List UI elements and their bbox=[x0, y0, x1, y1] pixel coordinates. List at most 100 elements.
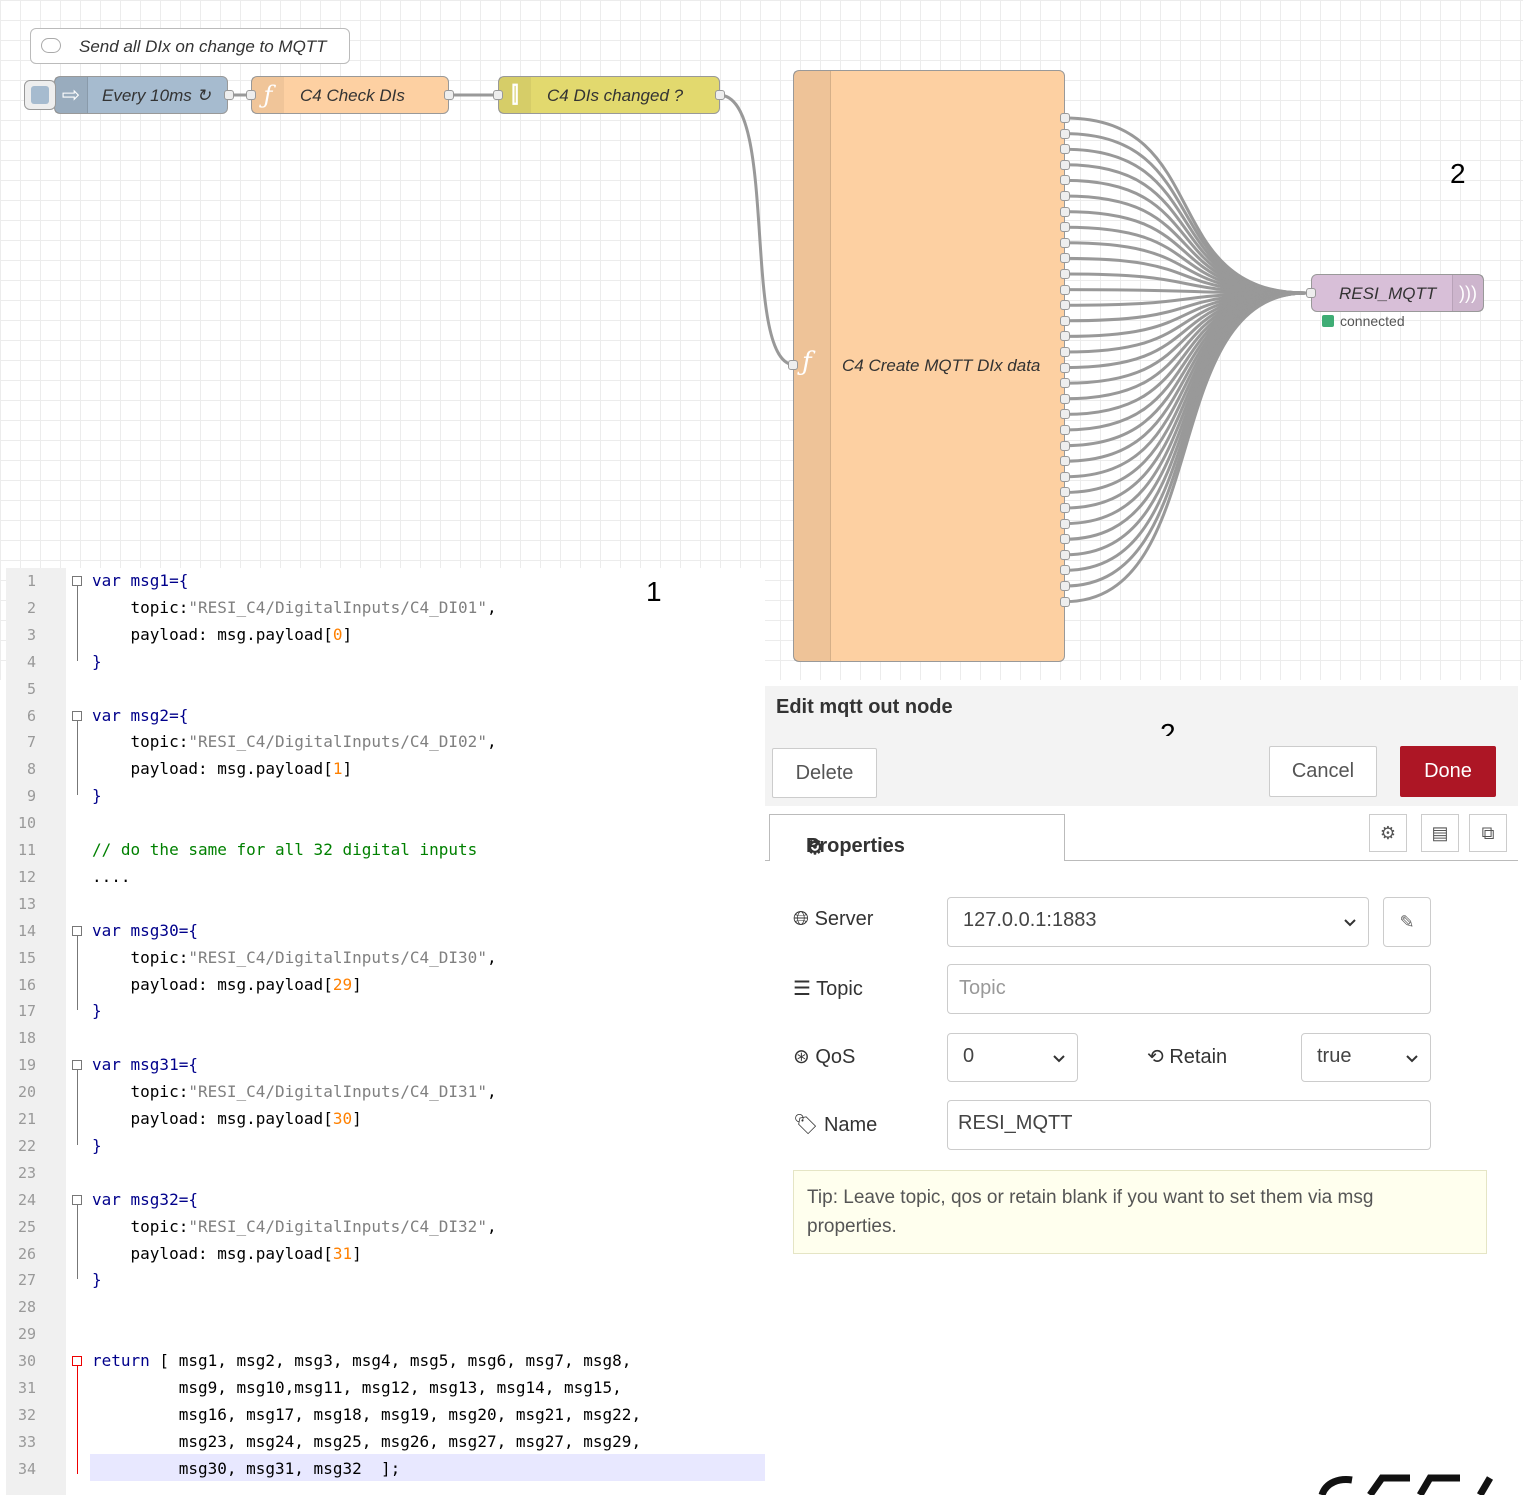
code-token: } bbox=[92, 786, 102, 806]
code-token: payload: msg.payload[ bbox=[92, 1109, 333, 1128]
create-output-port[interactable] bbox=[1060, 409, 1070, 420]
create-output-port[interactable] bbox=[1060, 128, 1070, 139]
line-number: 9 bbox=[26, 787, 36, 806]
fold-toggle-icon[interactable] bbox=[72, 1194, 82, 1205]
code-token: topic: bbox=[92, 732, 189, 752]
create-output-port[interactable] bbox=[1060, 222, 1070, 233]
node-appearance-icon[interactable]: ⧉ bbox=[1469, 814, 1507, 852]
inject-icon: ⇨ bbox=[55, 77, 88, 113]
retain-label: ⟲ Retain bbox=[1147, 1046, 1228, 1068]
fold-line bbox=[77, 1070, 78, 1145]
create-output-port[interactable] bbox=[1060, 253, 1070, 264]
inject-output-port[interactable] bbox=[224, 90, 234, 100]
code-token: var msg1={ bbox=[92, 571, 189, 590]
check-output-port[interactable] bbox=[444, 90, 454, 100]
create-output-port[interactable] bbox=[1060, 362, 1070, 373]
create-output-port[interactable] bbox=[1060, 347, 1070, 357]
create-output-port[interactable] bbox=[1060, 315, 1070, 326]
create-output-port[interactable] bbox=[1060, 206, 1070, 217]
tab-properties-label: Properties bbox=[806, 835, 905, 857]
code-line: topic:"RESI_C4/DigitalInputs/C4_DI01", bbox=[92, 598, 497, 617]
done-button[interactable]: Done bbox=[1400, 746, 1496, 797]
fold-line bbox=[77, 720, 78, 796]
create-output-port[interactable] bbox=[1060, 487, 1070, 498]
create-output-port[interactable] bbox=[1060, 378, 1070, 389]
create-output-port[interactable] bbox=[1060, 596, 1070, 607]
check-dis-function-node[interactable]: ƒ C4 Check DIs bbox=[251, 76, 449, 114]
create-output-port[interactable] bbox=[1060, 113, 1070, 123]
create-output-port[interactable] bbox=[1060, 503, 1070, 513]
code-token: .... bbox=[92, 866, 131, 886]
create-output-port[interactable] bbox=[1060, 300, 1070, 311]
chevron-down-icon bbox=[1406, 1055, 1418, 1063]
code-line: .... bbox=[92, 867, 131, 886]
node-settings-gear-icon[interactable]: ⚙ bbox=[1369, 814, 1407, 852]
name-input[interactable]: RESI_MQTT bbox=[947, 1100, 1431, 1150]
create-output-port[interactable] bbox=[1060, 565, 1070, 576]
retain-select[interactable]: true bbox=[1301, 1033, 1431, 1082]
fold-toggle-icon[interactable] bbox=[72, 576, 82, 586]
create-output-port[interactable] bbox=[1060, 269, 1070, 279]
create-output-port[interactable] bbox=[1060, 549, 1070, 560]
qos-select[interactable]: 0 bbox=[947, 1033, 1078, 1082]
create-output-port[interactable] bbox=[1060, 175, 1070, 186]
comment-icon bbox=[41, 38, 61, 53]
code-token: , bbox=[486, 732, 497, 752]
history-icon: ⟲ bbox=[1147, 1046, 1164, 1068]
code-token: var msg31={ bbox=[92, 1055, 198, 1075]
create-output-port[interactable] bbox=[1060, 456, 1070, 467]
node-description-icon[interactable]: ▤ bbox=[1421, 814, 1459, 852]
create-output-port[interactable] bbox=[1060, 284, 1070, 295]
create-output-port[interactable] bbox=[1060, 393, 1070, 404]
code-editor[interactable]: 1 2 3 4 5 6 7 8 9 10 11 12 13 14 15 16 17 18 19 20 21 22 23 24 2… bbox=[6, 568, 765, 1495]
fold-line bbox=[77, 935, 78, 1011]
line-number: 30 bbox=[17, 1352, 36, 1371]
create-output-port[interactable] bbox=[1060, 440, 1070, 451]
cancel-button[interactable]: Cancel bbox=[1269, 746, 1377, 797]
create-output-port[interactable] bbox=[1060, 581, 1070, 591]
create-output-port[interactable] bbox=[1060, 144, 1070, 155]
create-output-port[interactable] bbox=[1060, 518, 1070, 529]
topic-input[interactable]: Topic bbox=[947, 964, 1431, 1014]
code-line: var msg32={ bbox=[92, 1190, 198, 1209]
code-token: topic: bbox=[92, 1216, 189, 1236]
delete-button[interactable]: Delete bbox=[772, 748, 877, 798]
server-select[interactable]: 127.0.0.1:1883 bbox=[947, 897, 1369, 947]
check-input-port[interactable] bbox=[246, 90, 256, 100]
annotation-number: 2 bbox=[1450, 158, 1466, 189]
create-output-port[interactable] bbox=[1060, 237, 1070, 248]
edit-server-pencil-icon[interactable]: ✎ bbox=[1383, 897, 1431, 947]
inject-button[interactable] bbox=[24, 80, 56, 110]
code-line: msg9, msg10,msg11, msg12, msg13, msg14, … bbox=[92, 1378, 622, 1397]
line-number: 24 bbox=[17, 1190, 36, 1209]
switch-output-port[interactable] bbox=[715, 90, 725, 100]
switch-input-port[interactable] bbox=[493, 90, 503, 100]
create-output-port[interactable] bbox=[1060, 471, 1070, 482]
line-number: 28 bbox=[17, 1298, 36, 1317]
create-output-port[interactable] bbox=[1060, 425, 1070, 435]
comment-node[interactable]: Send all DIx on change to MQTT bbox=[30, 28, 350, 64]
create-mqtt-function-node[interactable]: ƒ C4 Create MQTT DIx data bbox=[793, 70, 1065, 662]
code-token: msg16, msg17, msg18, msg19, msg20, msg21… bbox=[92, 1404, 642, 1424]
code-token: "RESI_C4/DigitalInputs/C4_DI01" bbox=[188, 597, 487, 617]
create-input-port[interactable] bbox=[788, 360, 798, 370]
line-number: 19 bbox=[17, 1056, 36, 1075]
create-output-port[interactable] bbox=[1060, 331, 1070, 342]
fold-line bbox=[77, 586, 78, 661]
fold-toggle-icon[interactable] bbox=[72, 1356, 82, 1367]
create-output-port[interactable] bbox=[1060, 191, 1070, 201]
code-token: ] bbox=[352, 974, 362, 994]
tab-properties[interactable]: ⚙ Properties bbox=[769, 814, 1065, 861]
code-token: return bbox=[92, 1351, 150, 1371]
mqtt-input-port[interactable] bbox=[1306, 288, 1316, 298]
line-number-gutter: 1 2 3 4 5 6 7 8 9 10 11 12 13 14 15 16 17 18 19 20 21 22 23 24 2… bbox=[6, 568, 66, 1495]
dis-changed-switch-node[interactable]: ⫿ C4 DIs changed ? bbox=[498, 76, 720, 114]
create-output-port[interactable] bbox=[1060, 159, 1070, 170]
fold-toggle-icon[interactable] bbox=[72, 710, 82, 721]
code-token: 30 bbox=[332, 1109, 353, 1128]
mqtt-out-node[interactable]: RESI_MQTT ))) bbox=[1311, 274, 1484, 312]
inject-node[interactable]: ⇨ Every 10ms ↻ bbox=[54, 76, 228, 114]
create-output-port[interactable] bbox=[1060, 534, 1070, 545]
fold-toggle-icon[interactable] bbox=[72, 925, 82, 936]
fold-toggle-icon[interactable] bbox=[72, 1060, 82, 1071]
